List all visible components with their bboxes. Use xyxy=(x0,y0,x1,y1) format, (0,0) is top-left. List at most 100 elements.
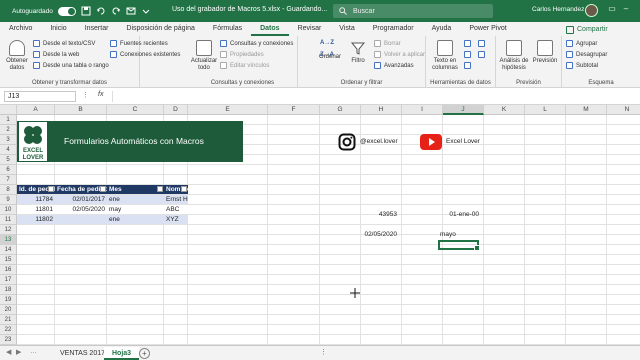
what-if-button[interactable]: Análisis de hipótesis xyxy=(498,40,530,72)
cell-h10[interactable]: 43953 xyxy=(358,211,397,218)
column-header-g[interactable]: G xyxy=(320,105,361,115)
relationships-button[interactable] xyxy=(478,51,485,58)
get-data-button[interactable]: Obtener datos xyxy=(3,40,31,72)
row-header-14[interactable]: 14 xyxy=(0,245,17,255)
advanced-filter-button[interactable]: Avanzadas xyxy=(374,62,414,69)
table-cell[interactable]: 11801 xyxy=(17,205,55,214)
recent-sources-button[interactable]: Fuentes recientes xyxy=(110,40,168,47)
tab-archivo[interactable]: Archivo xyxy=(0,22,41,36)
column-header-k[interactable]: K xyxy=(484,105,525,115)
tab-insertar[interactable]: Insertar xyxy=(76,22,118,36)
row-header-11[interactable]: 11 xyxy=(0,215,17,225)
email-icon[interactable] xyxy=(126,6,136,16)
user-name[interactable]: Carlos Hernandez xyxy=(532,6,584,13)
sort-button[interactable]: Ordenar xyxy=(314,54,346,61)
table-cell[interactable]: Ernst Handel xyxy=(164,195,188,204)
column-header-d[interactable]: D xyxy=(164,105,188,115)
redo-icon[interactable] xyxy=(111,6,121,16)
tab-revisar[interactable]: Revisar xyxy=(289,22,331,36)
cell-j12[interactable]: mayo xyxy=(440,231,479,238)
more-sheets-icon[interactable]: … xyxy=(30,348,37,355)
queries-connections-button[interactable]: Consultas y conexiones xyxy=(220,40,293,47)
column-header-j[interactable]: J xyxy=(443,105,484,115)
row-header-7[interactable]: 7 xyxy=(0,175,17,185)
row-header-23[interactable]: 23 xyxy=(0,335,17,345)
reapply-button[interactable]: Volver a aplicar xyxy=(374,51,425,58)
column-header-i[interactable]: I xyxy=(402,105,443,115)
row-header-18[interactable]: 18 xyxy=(0,285,17,295)
properties-button[interactable]: Propiedades xyxy=(220,51,264,58)
fx-icon[interactable]: fx xyxy=(98,91,103,98)
clear-filter-button[interactable]: Borrar xyxy=(374,40,401,47)
tab-datos[interactable]: Datos xyxy=(251,22,289,36)
filter-dropdown-icon[interactable] xyxy=(181,186,187,192)
table-header-cell[interactable]: Mes xyxy=(107,185,164,194)
group-button[interactable]: Agrupar xyxy=(566,40,597,47)
table-cell[interactable]: 02/05/2020 xyxy=(55,205,107,214)
from-web-button[interactable]: Desde la web xyxy=(33,51,79,58)
name-box[interactable]: J13 xyxy=(4,91,76,102)
tab-power-pivot[interactable]: Power Pivot xyxy=(460,22,515,36)
scroll-options-icon[interactable]: ⋮ xyxy=(320,348,327,356)
table-cell[interactable]: ene xyxy=(107,215,164,224)
row-header-8[interactable]: 8 xyxy=(0,185,17,195)
from-text-csv-button[interactable]: Desde el texto/CSV xyxy=(33,40,95,47)
subtotal-button[interactable]: Subtotal xyxy=(566,62,598,69)
row-header-4[interactable]: 4 xyxy=(0,145,17,155)
active-cell-selection[interactable] xyxy=(438,240,480,251)
row-header-13[interactable]: 13 xyxy=(0,235,17,245)
tab-ayuda[interactable]: Ayuda xyxy=(423,22,461,36)
tab-disposici-n-de-p-gina[interactable]: Disposición de página xyxy=(117,22,204,36)
row-header-19[interactable]: 19 xyxy=(0,295,17,305)
formula-input[interactable] xyxy=(112,91,632,102)
column-header-f[interactable]: F xyxy=(268,105,320,115)
customize-toolbar-icon[interactable] xyxy=(141,6,151,16)
next-sheet-icon[interactable]: ▶ xyxy=(16,348,21,356)
from-table-button[interactable]: Desde una tabla o rango xyxy=(33,62,109,69)
table-cell[interactable]: ABC xyxy=(164,205,188,214)
minimize-icon[interactable]: – xyxy=(620,4,632,16)
table-cell[interactable] xyxy=(55,215,107,224)
remove-duplicates-button[interactable] xyxy=(464,51,471,58)
existing-connections-button[interactable]: Conexiones existentes xyxy=(110,51,180,58)
save-icon[interactable] xyxy=(81,6,91,16)
table-cell[interactable]: 02/01/2017 xyxy=(55,195,107,204)
table-header-cell[interactable]: Id. de pedido xyxy=(17,185,55,194)
cell-h12[interactable]: 02/05/2020 xyxy=(358,231,397,238)
autosave-toggle[interactable] xyxy=(57,6,76,16)
consolidate-button[interactable] xyxy=(478,40,485,47)
table-header-cell[interactable]: Fecha de pedido xyxy=(55,185,107,194)
column-header-m[interactable]: M xyxy=(566,105,607,115)
edit-links-button[interactable]: Editar vínculos xyxy=(220,62,269,69)
select-all-corner[interactable] xyxy=(0,105,17,115)
tab-f-rmulas[interactable]: Fórmulas xyxy=(204,22,251,36)
column-header-b[interactable]: B xyxy=(55,105,107,115)
text-to-columns-button[interactable]: Texto en columnas xyxy=(430,40,460,72)
sort-az-button[interactable]: A→Z xyxy=(320,40,334,46)
row-header-1[interactable]: 1 xyxy=(0,115,17,125)
search-input[interactable]: Buscar xyxy=(333,4,493,18)
filter-dropdown-icon[interactable] xyxy=(48,186,54,192)
column-header-e[interactable]: E xyxy=(188,105,268,115)
data-validation-button[interactable] xyxy=(464,62,471,69)
row-header-9[interactable]: 9 xyxy=(0,195,17,205)
table-header-cell[interactable]: Nombre de compañía xyxy=(164,185,188,194)
column-header-h[interactable]: H xyxy=(361,105,402,115)
column-header-n[interactable]: N xyxy=(607,105,640,115)
refresh-all-button[interactable]: Actualizar todo xyxy=(190,40,218,72)
row-header-20[interactable]: 20 xyxy=(0,305,17,315)
undo-icon[interactable] xyxy=(96,6,106,16)
table-cell[interactable]: XYZ xyxy=(164,215,188,224)
filter-dropdown-icon[interactable] xyxy=(100,186,106,192)
table-cell[interactable]: 11802 xyxy=(17,215,55,224)
ribbon-display-icon[interactable]: ▭ xyxy=(606,4,618,16)
row-header-5[interactable]: 5 xyxy=(0,155,17,165)
row-header-22[interactable]: 22 xyxy=(0,325,17,335)
row-header-21[interactable]: 21 xyxy=(0,315,17,325)
row-header-3[interactable]: 3 xyxy=(0,135,17,145)
tab-vista[interactable]: Vista xyxy=(330,22,363,36)
row-header-15[interactable]: 15 xyxy=(0,255,17,265)
row-header-12[interactable]: 12 xyxy=(0,225,17,235)
row-header-10[interactable]: 10 xyxy=(0,205,17,215)
forecast-sheet-button[interactable]: Previsión xyxy=(530,40,560,65)
